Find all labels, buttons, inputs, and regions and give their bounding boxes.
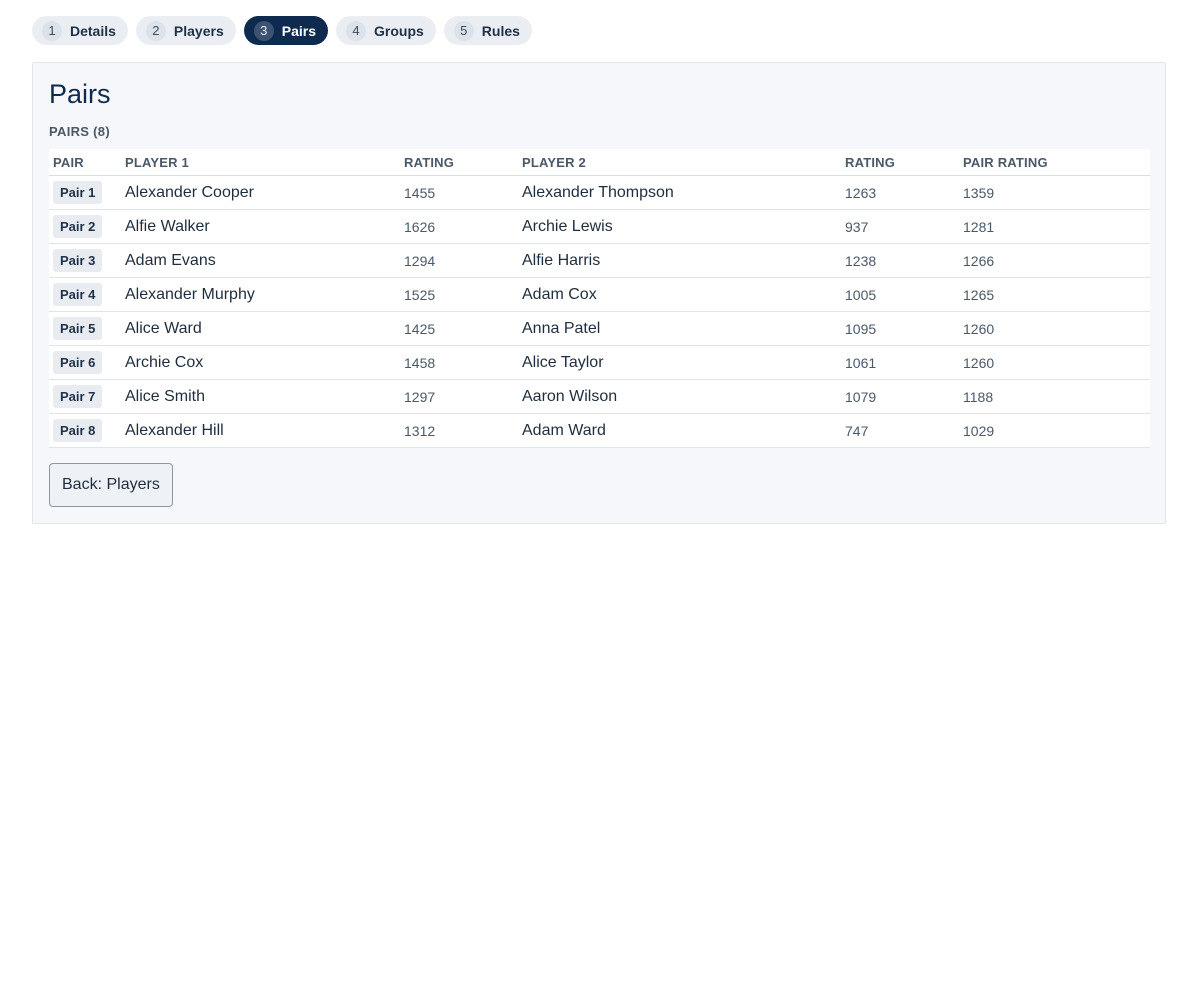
step-number: 5 [453, 20, 474, 41]
pair-cell: Pair 8 [49, 413, 121, 448]
back-players-button[interactable]: Back: Players [49, 463, 173, 507]
player1-cell: Alexander Cooper [121, 175, 400, 210]
rating2-cell: 747 [841, 413, 959, 448]
player2-cell: Alexander Thompson [518, 175, 841, 210]
table-row: Pair 6 Archie Cox 1458 Alice Taylor 1061… [49, 345, 1150, 380]
column-header-player2: PLAYER 2 [518, 149, 841, 176]
player1-cell: Alice Smith [121, 379, 400, 414]
rating1-cell: 1455 [400, 175, 518, 210]
table-header-row: PAIR PLAYER 1 RATING PLAYER 2 RATING PAI… [49, 149, 1150, 176]
column-header-pair-rating: PAIR RATING [959, 149, 1150, 176]
step-rules[interactable]: 5 Rules [443, 16, 532, 45]
rating1-cell: 1425 [400, 311, 518, 346]
pairs-count-label: PAIRS (8) [49, 124, 110, 139]
rating2-cell: 1238 [841, 243, 959, 278]
step-number: 3 [253, 20, 274, 41]
step-players[interactable]: 2 Players [135, 16, 236, 45]
player2-cell: Archie Lewis [518, 209, 841, 244]
pair-badge: Pair 6 [53, 351, 103, 374]
pair-badge: Pair 1 [53, 181, 103, 204]
pair-rating-cell: 1266 [959, 243, 1150, 278]
player2-cell: Alfie Harris [518, 243, 841, 278]
step-number: 4 [346, 20, 366, 41]
rating1-cell: 1297 [400, 379, 518, 414]
page-title: Pairs [49, 79, 111, 109]
column-header-rating2: RATING [841, 149, 959, 176]
pairs-panel: Pairs PAIRS (8) PAIR PLAYER 1 RATING PLA… [32, 62, 1166, 524]
column-header-pair: PAIR [49, 149, 121, 176]
step-groups[interactable]: 4 Groups [336, 16, 436, 45]
table-row: Pair 1 Alexander Cooper 1455 Alexander T… [49, 175, 1150, 210]
pair-rating-cell: 1029 [959, 413, 1150, 448]
pair-rating-cell: 1260 [959, 311, 1150, 346]
pair-rating-cell: 1188 [959, 379, 1150, 414]
player2-cell: Anna Patel [518, 311, 841, 346]
player1-cell: Adam Evans [121, 243, 400, 278]
column-header-rating1: RATING [400, 149, 518, 176]
table-row: Pair 5 Alice Ward 1425 Anna Patel 1095 1… [49, 311, 1150, 346]
pair-rating-cell: 1281 [959, 209, 1150, 244]
step-details[interactable]: 1 Details [32, 16, 128, 45]
rating2-cell: 1095 [841, 311, 959, 346]
player2-cell: Adam Cox [518, 277, 841, 312]
table-row: Pair 3 Adam Evans 1294 Alfie Harris 1238… [49, 243, 1150, 278]
pair-cell: Pair 1 [49, 175, 121, 210]
player1-cell: Archie Cox [121, 345, 400, 380]
rating2-cell: 937 [841, 209, 959, 244]
rating1-cell: 1626 [400, 209, 518, 244]
pair-rating-cell: 1265 [959, 277, 1150, 312]
player2-cell: Adam Ward [518, 413, 841, 448]
column-header-player1: PLAYER 1 [121, 149, 400, 176]
player1-cell: Alfie Walker [121, 209, 400, 244]
pair-badge: Pair 3 [53, 249, 103, 272]
pair-badge: Pair 5 [53, 317, 103, 340]
pair-rating-cell: 1359 [959, 175, 1150, 210]
step-label: Rules [481, 22, 520, 39]
pair-badge: Pair 7 [53, 385, 103, 408]
step-pairs[interactable]: 3 Pairs [243, 16, 328, 45]
player1-cell: Alexander Hill [121, 413, 400, 448]
player1-cell: Alice Ward [121, 311, 400, 346]
pair-cell: Pair 5 [49, 311, 121, 346]
rating1-cell: 1312 [400, 413, 518, 448]
step-label: Players [173, 22, 224, 39]
pair-cell: Pair 6 [49, 345, 121, 380]
pair-cell: Pair 4 [49, 277, 121, 312]
wizard-steps: 1 Details 2 Players 3 Pairs 4 Groups 5 R… [32, 16, 532, 45]
step-label: Pairs [281, 22, 316, 39]
rating2-cell: 1263 [841, 175, 959, 210]
step-label: Details [70, 22, 116, 39]
player1-cell: Alexander Murphy [121, 277, 400, 312]
pair-cell: Pair 3 [49, 243, 121, 278]
table-row: Pair 4 Alexander Murphy 1525 Adam Cox 10… [49, 277, 1150, 312]
player2-cell: Alice Taylor [518, 345, 841, 380]
pair-rating-cell: 1260 [959, 345, 1150, 380]
step-number: 1 [42, 20, 62, 41]
rating1-cell: 1525 [400, 277, 518, 312]
rating2-cell: 1005 [841, 277, 959, 312]
pair-cell: Pair 2 [49, 209, 121, 244]
rating1-cell: 1458 [400, 345, 518, 380]
table-row: Pair 8 Alexander Hill 1312 Adam Ward 747… [49, 413, 1150, 448]
table-row: Pair 2 Alfie Walker 1626 Archie Lewis 93… [49, 209, 1150, 244]
rating1-cell: 1294 [400, 243, 518, 278]
pair-badge: Pair 2 [53, 215, 103, 238]
rating2-cell: 1079 [841, 379, 959, 414]
step-number: 2 [145, 20, 166, 41]
rating2-cell: 1061 [841, 345, 959, 380]
player2-cell: Aaron Wilson [518, 379, 841, 414]
pair-badge: Pair 4 [53, 283, 103, 306]
pair-cell: Pair 7 [49, 379, 121, 414]
pair-badge: Pair 8 [53, 419, 103, 442]
pairs-table: PAIR PLAYER 1 RATING PLAYER 2 RATING PAI… [49, 149, 1150, 448]
table-row: Pair 7 Alice Smith 1297 Aaron Wilson 107… [49, 379, 1150, 414]
step-label: Groups [374, 22, 424, 39]
